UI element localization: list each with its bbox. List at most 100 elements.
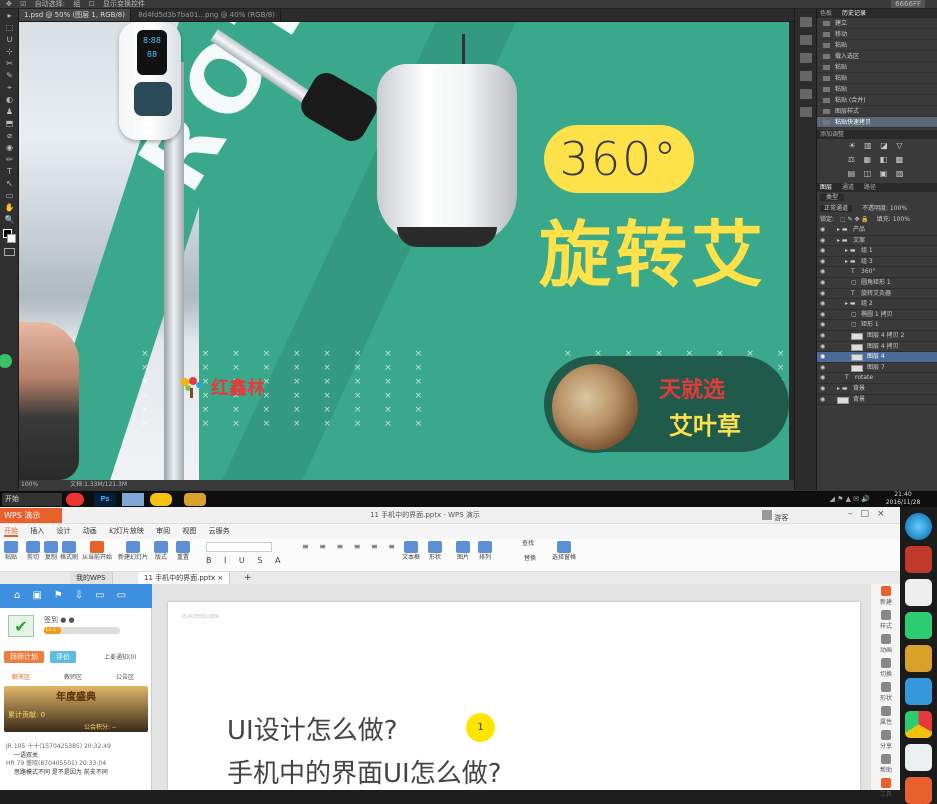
rectangle-icon[interactable]: ▭ [3,190,16,201]
layer-row[interactable]: ◉ 图层 4 拷贝 [817,342,937,353]
show-transform-checkbox[interactable]: ☐ [88,0,94,8]
history-item-selected[interactable]: 粘贴快速拷贝 [817,117,937,128]
layer-row[interactable]: ◉ ▸ ▬ 组 2 [817,299,937,310]
lock-icons[interactable]: ⬚ ✎ ✥ 🔒 [840,216,869,223]
marquee-icon[interactable]: ⬚ [3,22,16,33]
channels-tab[interactable]: 通道 [842,184,854,191]
app-red-icon[interactable] [905,546,932,573]
folder-icon[interactable]: ▸ ▬ [837,236,848,247]
folder-icon[interactable] [122,493,144,506]
eyedropper-icon[interactable]: ✎ [3,70,16,81]
brush-icon[interactable]: ◐ [3,94,16,105]
auto-select-dropdown[interactable]: 组 [73,0,80,8]
history-item[interactable]: 粘贴 [817,84,937,95]
zoom-readout[interactable]: 100% [21,481,38,488]
ps-doc-tab-1[interactable]: 1.psd @ 50% (图层 1, RGB/8) [19,9,131,21]
cut-button[interactable]: 剪切 [26,541,40,562]
layers-tab[interactable]: 图层 [820,184,832,191]
menu-slideshow[interactable]: 幻灯片放映 [109,527,144,535]
paragraph-panel-icon[interactable] [800,107,812,117]
swatches-tab[interactable]: 色板 [820,10,832,17]
menu-animation[interactable]: 动画 [83,527,97,535]
banner-canvas[interactable]: ROTATE × × × × × × × × × ×× × × × × × × … [19,22,789,480]
type-tool-icon[interactable]: T [3,166,16,177]
layer-row[interactable]: ◉ ▸ ▬ 产品 [817,225,937,236]
format-painter-button[interactable]: 格式刷 [60,541,78,562]
eye-icon[interactable]: ◉ [820,310,826,321]
clock[interactable]: 21:40 2016/11/28 [877,491,929,506]
wps-app-button[interactable]: WPS 演示 [0,508,62,523]
layer-row[interactable]: ◉ ▸ ▬ 组 1 [817,246,937,257]
start-button[interactable]: 开始 [2,493,62,506]
right-tool-tools[interactable]: 工具 [871,776,901,800]
history-item[interactable]: 粘贴 [817,62,937,73]
menu-insert[interactable]: 插入 [30,527,44,535]
blend-mode-dropdown[interactable]: 正常通道 [820,205,853,212]
close-icon[interactable]: × [877,509,893,519]
tab-teacher[interactable]: 教师区 [64,671,82,685]
layer-row[interactable]: ◉ ▢ 椭圆 1 拷贝 [817,310,937,321]
event-banner[interactable]: 年度盛典 累计贡献: 0 公会积分: -- [4,686,148,732]
layer-row[interactable]: ◉ ▸ ▬ 组 3 [817,257,937,268]
photoshop-icon[interactable]: Ps [94,493,116,506]
color-value-field[interactable]: 6666FF [891,0,925,8]
eye-icon[interactable]: ◉ [820,352,826,363]
layer-row[interactable]: ◉ Trotate [817,373,937,384]
layer-filter-dropdown[interactable]: 类型 [820,194,845,201]
ps-canvas-area[interactable]: ROTATE × × × × × × × × × ×× × × × × × × … [19,22,794,480]
hand-icon[interactable]: ✋ [3,202,16,213]
menu-design[interactable]: 设计 [56,527,70,535]
font-style-buttons[interactable]: B I U S A [206,556,285,565]
globe-icon[interactable] [905,513,932,540]
layer-row[interactable]: ◉ 图层 4 拷贝 2 [817,331,937,342]
tab-my-wps[interactable]: 我的WPS [70,572,113,584]
zoom-icon[interactable]: 🔍 [3,214,16,225]
mic-notice-link[interactable]: 上麦通知(0) [104,652,137,661]
gradient-icon[interactable]: ◉ [3,142,16,153]
history-item[interactable]: 载入选区 [817,51,937,62]
textbox-button[interactable]: 文本框 [402,541,420,562]
adjust-row-2[interactable]: ⚖ ▦ ◧ ▩ [817,153,937,167]
green-float-button[interactable] [0,354,12,368]
eye-icon[interactable]: ◉ [820,320,826,331]
picture-button[interactable]: 图片 [456,541,470,562]
maximize-icon[interactable]: □ [861,509,878,519]
find-button[interactable]: 查找 [522,540,534,548]
path-select-icon[interactable]: ↖ [3,178,16,189]
app-note-icon[interactable] [905,579,932,606]
history-item[interactable]: 粘贴 [817,73,937,84]
opacity-field[interactable]: 100% [890,205,907,212]
folder-icon[interactable]: ▸ ▬ [845,257,856,268]
color-panel-icon[interactable] [800,35,812,45]
eye-icon[interactable]: ◉ [820,236,826,247]
tab-announce[interactable]: 公告区 [116,671,134,685]
right-tool-properties[interactable]: 属性 [871,704,901,728]
tab-current-doc[interactable]: 11 手机中的界面.pptx × [138,572,231,584]
replace-button[interactable]: 替换 [524,555,536,563]
copy-button[interactable]: 复制 [44,541,58,562]
right-tool-animation[interactable]: 动画 [871,632,901,656]
paragraph-buttons[interactable]: ≡ ≡ ≡ ≡ ≡ ≡ [302,542,399,551]
layer-row[interactable]: ◉ ▸ ▬ 文案 [817,236,937,247]
wps-user[interactable]: 游客 [762,510,788,523]
ps-doc-tab-2[interactable]: 8d4fd5d3b7ba01...png @ 40% (RGB/8) [133,9,281,21]
fill-field[interactable]: 100% [893,216,910,223]
qq-penguin-icon[interactable] [150,493,172,506]
right-tool-share[interactable]: 分享 [871,728,901,752]
app-white-icon[interactable] [905,744,932,771]
eye-icon[interactable]: ◉ [820,257,826,268]
eraser-icon[interactable]: ⌀ [3,130,16,141]
folder-icon[interactable]: ▸ ▬ [845,299,856,310]
tray-icons[interactable]: ◢ ⚑ ▲ ✉ 🔊 [760,493,870,506]
menu-review[interactable]: 审阅 [156,527,170,535]
wps-dock-icon[interactable] [905,777,932,804]
reset-button[interactable]: 重置 [176,541,190,562]
history-item[interactable]: 图层样式 [817,106,937,117]
layer-row[interactable]: ◉ ▢ 圆角矩形 1 [817,278,937,289]
shape-button[interactable]: 形状 [428,541,442,562]
layer-row[interactable]: ◉ ▢ 矩形 1 [817,320,937,331]
lasso-icon[interactable]: ᑌ [3,34,16,45]
right-tool-shape[interactable]: 形状 [871,680,901,704]
crop-icon[interactable]: ✂ [3,58,16,69]
app-owl-icon[interactable] [184,493,206,506]
